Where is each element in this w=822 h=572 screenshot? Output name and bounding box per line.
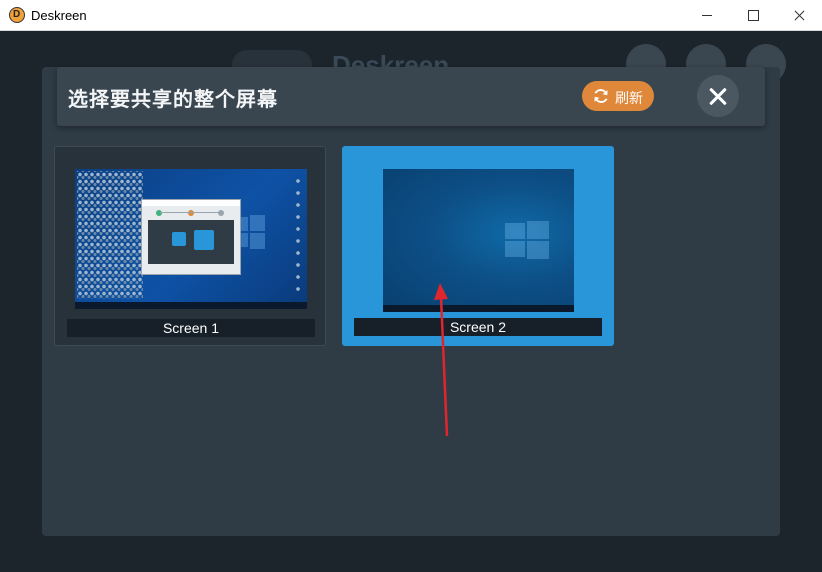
red-arrow-annotation: [434, 283, 449, 437]
